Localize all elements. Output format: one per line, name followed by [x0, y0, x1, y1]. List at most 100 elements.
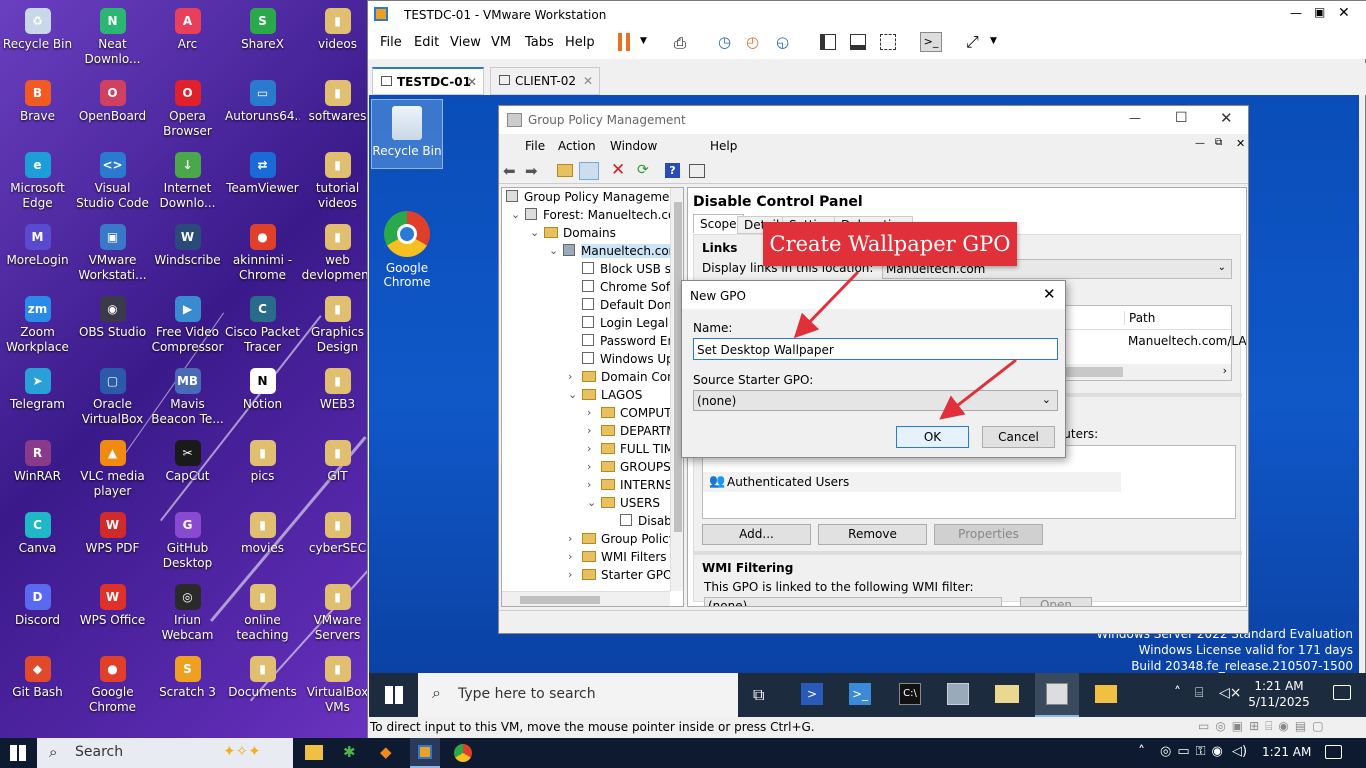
network-icon[interactable]: ⌸ — [1195, 685, 1203, 701]
help-icon[interactable]: ? — [665, 163, 680, 178]
tab-close-icon[interactable]: ✕ — [583, 74, 593, 88]
git-icon[interactable]: ◆ — [380, 743, 392, 761]
mdi-restore-icon[interactable]: ⧉ — [1215, 137, 1222, 148]
chevron-up-icon[interactable]: ˄ — [1174, 685, 1181, 701]
chevron-right-icon[interactable]: › — [587, 424, 591, 437]
minimize-button[interactable]: — — [1290, 6, 1302, 20]
desktop-icon[interactable]: C Cisco Packet Tracer — [225, 290, 300, 362]
desktop-icon[interactable]: G GitHub Desktop — [150, 506, 225, 578]
desktop-icon[interactable]: ◉ OBS Studio — [75, 290, 150, 362]
ok-button[interactable]: OK — [896, 426, 969, 448]
menu-window[interactable]: Window — [610, 139, 657, 153]
mdi-minimize-icon[interactable]: — — [1195, 138, 1205, 149]
host-search-box[interactable]: ⌕ Search ✦✧✦ — [37, 738, 293, 768]
desktop-icon[interactable]: ◆ Git Bash — [0, 650, 75, 722]
tab-scope[interactable]: Scope — [693, 214, 744, 233]
dropdown-arrow-icon[interactable]: ▼ — [990, 36, 997, 46]
tree-hscrollbar[interactable] — [502, 591, 670, 606]
desktop-icon[interactable]: ➤ Telegram — [0, 362, 75, 434]
notification-icon[interactable] — [1333, 685, 1351, 700]
desktop-icon[interactable]: ▮ cyberSEC — [300, 506, 375, 578]
desktop-icon[interactable]: ▭ Autoruns64.... — [225, 74, 300, 146]
tab-close-icon[interactable]: ✕ — [467, 75, 477, 89]
desktop-icon[interactable]: S Scratch 3 — [150, 650, 225, 722]
pause-icon[interactable] — [618, 33, 630, 51]
tree-item[interactable]: ⌄ USERS — [587, 496, 660, 510]
close-button[interactable]: ✕ — [1338, 5, 1350, 21]
desktop-icon[interactable]: ▮ Graphics Design — [300, 290, 375, 362]
chevron-down-icon[interactable]: ⌄ — [549, 244, 558, 257]
refresh-icon[interactable]: ⟳ — [637, 162, 649, 178]
desktop-icon[interactable]: D Discord — [0, 578, 75, 650]
tree-item[interactable]: Chrome Soft — [582, 280, 675, 294]
app-icon[interactable]: ✱ — [343, 743, 356, 761]
add-button[interactable]: Add... — [702, 524, 811, 545]
desktop-icon[interactable]: R WinRAR — [0, 434, 75, 506]
chevron-right-icon[interactable]: › — [568, 532, 572, 545]
desktop-icon[interactable]: B Brave — [0, 74, 75, 146]
menu-tabs[interactable]: Tabs — [525, 35, 554, 50]
desktop-icon[interactable]: ♻ Recycle Bin — [0, 2, 75, 74]
delete-icon[interactable]: ✕ — [611, 160, 625, 180]
wmi-open-button[interactable]: Open — [1020, 597, 1092, 606]
send-keys-icon[interactable]: ⎙ — [674, 34, 686, 52]
tree-item[interactable]: › DEPARTM — [587, 424, 677, 438]
stretch-icon[interactable]: ⤢ — [966, 32, 979, 52]
menu-help[interactable]: Help — [565, 35, 595, 50]
powershell-icon[interactable]: > — [801, 683, 823, 705]
authenticated-users[interactable]: Authenticated Users — [727, 475, 849, 489]
properties-button[interactable]: Properties — [934, 524, 1043, 545]
tree-item[interactable]: › Domain Con — [568, 370, 675, 384]
desktop-icon[interactable]: W WPS Office — [75, 578, 150, 650]
server-manager-icon[interactable] — [947, 683, 969, 705]
chevron-down-icon[interactable]: ⌄ — [568, 388, 577, 401]
chevron-up-icon[interactable]: ˄ — [1138, 744, 1145, 760]
tree-item[interactable]: › Starter GPOs — [568, 568, 679, 582]
desktop-icon[interactable]: e Microsoft Edge — [0, 146, 75, 218]
desktop-icon[interactable]: zm Zoom Workplace — [0, 290, 75, 362]
menu-edit[interactable]: Edit — [414, 35, 439, 50]
desktop-icon[interactable]: ⇄ TeamViewer — [225, 146, 300, 218]
desktop-icon[interactable]: ▮ tutorial videos — [300, 146, 375, 218]
desktop-icon[interactable]: ↓ Internet Downlo... — [150, 146, 225, 218]
menu-help[interactable]: Help — [710, 139, 737, 153]
tray-icons[interactable]: ◎▭⚿◉ — [1160, 744, 1229, 759]
properties-icon[interactable] — [689, 164, 705, 178]
chevron-right-icon[interactable]: › — [587, 478, 591, 491]
tree-item[interactable]: › COMPUT — [587, 406, 672, 420]
menu-file[interactable]: File — [525, 139, 545, 153]
revert-snapshot-icon[interactable]: ◴ — [746, 33, 759, 51]
minimize-button[interactable]: — — [1129, 111, 1141, 125]
tree-item[interactable]: Password En — [582, 334, 675, 348]
chrome-taskbar-icon[interactable] — [454, 744, 472, 762]
desktop-icon[interactable]: ▮ WEB3 — [300, 362, 375, 434]
tab-client-02[interactable]: CLIENT-02 ✕ — [490, 67, 600, 95]
chevron-right-icon[interactable]: › — [568, 550, 572, 563]
desktop-icon[interactable]: ✂ CapCut — [150, 434, 225, 506]
desktop-icon[interactable]: ▢ Oracle VirtualBox — [75, 362, 150, 434]
notification-icon[interactable] — [1325, 745, 1342, 759]
desktop-icon[interactable]: ▮ web devlopment — [300, 218, 375, 290]
tree-item[interactable]: ⌄ Forest: Manueltech.com — [511, 208, 683, 222]
close-button[interactable]: ✕ — [1043, 285, 1056, 303]
desktop-icon[interactable]: ▮ GIT — [300, 434, 375, 506]
tree-item[interactable]: Default Dom — [582, 298, 676, 312]
volume-icon[interactable]: ◁) — [1232, 744, 1247, 759]
chevron-right-icon[interactable]: › — [568, 370, 572, 383]
dropdown-arrow-icon[interactable]: ▼ — [640, 36, 647, 46]
console-view-icon[interactable] — [850, 34, 866, 50]
cmd-icon[interactable]: C:\ — [899, 683, 921, 705]
desktop-icon[interactable]: ● Google Chrome — [75, 650, 150, 722]
desktop-icon[interactable]: S ShareX — [225, 2, 300, 74]
maximize-button[interactable]: ▣ — [1314, 5, 1325, 19]
chevron-down-icon[interactable]: ⌄ — [511, 208, 520, 221]
library-icon[interactable] — [820, 34, 836, 50]
source-select[interactable]: (none) ⌄ — [693, 390, 1058, 411]
tree-item[interactable]: Windows Up — [582, 352, 674, 366]
remove-button[interactable]: Remove — [818, 524, 927, 545]
desktop-icon[interactable]: ● akinnimi - Chrome — [225, 218, 300, 290]
desktop-icon[interactable]: MB Mavis Beacon Te... — [150, 362, 225, 434]
guest-search-box[interactable]: ⌕ Type here to search — [418, 673, 738, 717]
desktop-icon[interactable]: ▶ Free Video Compressor — [150, 290, 225, 362]
desktop-icon[interactable]: N Notion — [225, 362, 300, 434]
